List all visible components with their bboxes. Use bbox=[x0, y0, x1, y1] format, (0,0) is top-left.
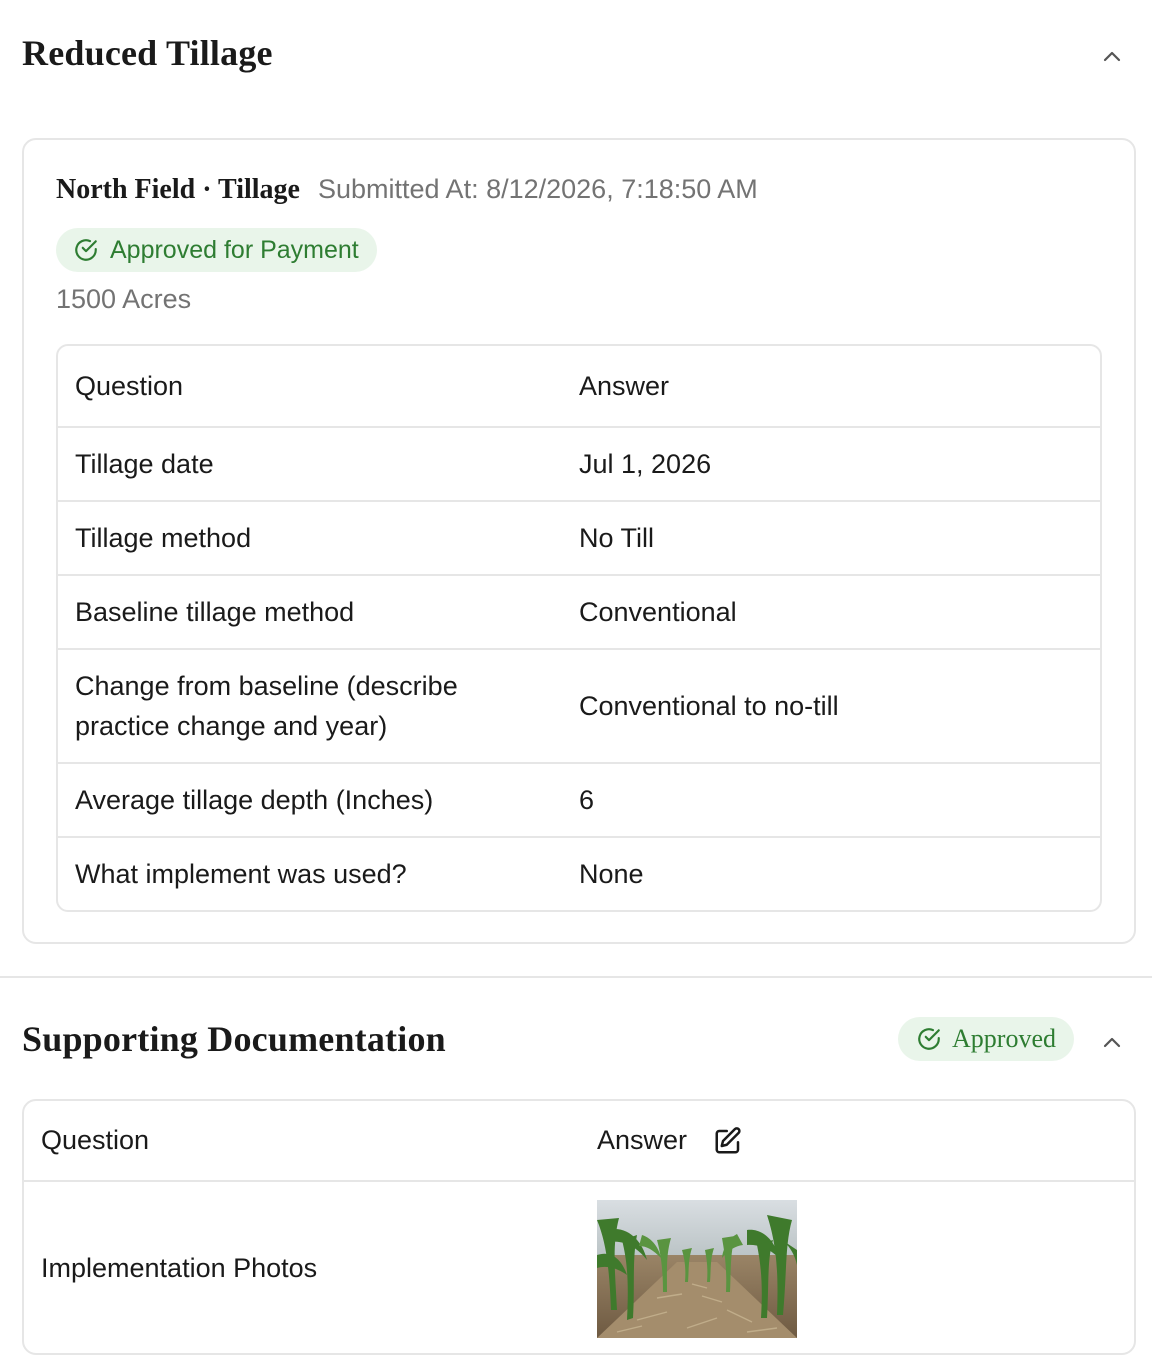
answer-cell: Conventional to no-till bbox=[579, 691, 839, 721]
answer-header: Answer bbox=[597, 1125, 743, 1156]
column-header-question: Question bbox=[41, 1125, 150, 1155]
section-title: Supporting Documentation bbox=[22, 1019, 446, 1059]
status-badge: Approved bbox=[898, 1017, 1074, 1061]
submitted-timestamp: Submitted At: 8/12/2026, 7:18:50 AM bbox=[317, 174, 758, 204]
answer-cell: No Till bbox=[579, 523, 655, 553]
field-name: North Field · Tillage bbox=[56, 174, 300, 205]
column-header-answer: Answer bbox=[597, 1125, 688, 1155]
status-label: Approved bbox=[952, 1024, 1056, 1053]
section-divider bbox=[0, 976, 1152, 978]
table-row: Implementation Photos bbox=[24, 1182, 1134, 1353]
answer-cell: Jul 1, 2026 bbox=[579, 449, 712, 479]
table-row: Tillage method No Till bbox=[58, 500, 1100, 574]
chevron-up-icon[interactable] bbox=[1102, 46, 1122, 66]
question-cell: Tillage date bbox=[75, 449, 214, 479]
acreage: 1500 Acres bbox=[56, 284, 192, 314]
submission-header: North Field · Tillage Submitted At: 8/12… bbox=[56, 174, 758, 206]
table-row: Baseline tillage method Conventional bbox=[58, 574, 1100, 648]
table-row: Tillage date Jul 1, 2026 bbox=[58, 426, 1100, 500]
column-header-answer: Answer bbox=[579, 371, 670, 401]
reduced-tillage-header[interactable]: Reduced Tillage bbox=[22, 28, 1130, 78]
column-header-question: Question bbox=[75, 371, 184, 401]
implementation-photo[interactable] bbox=[597, 1199, 797, 1338]
corn-field-photo bbox=[597, 1199, 797, 1338]
question-cell: Average tillage depth (Inches) bbox=[75, 785, 434, 815]
documentation-table: Question Answer Implementation Photos bbox=[22, 1099, 1136, 1355]
question-cell: Implementation Photos bbox=[41, 1253, 318, 1283]
question-cell: What implement was used? bbox=[75, 859, 407, 889]
question-cell: Baseline tillage method bbox=[75, 597, 355, 627]
check-circle-icon bbox=[918, 1028, 940, 1050]
table-header-row: Question Answer bbox=[58, 346, 1100, 426]
qa-table: Question Answer Tillage date Jul 1, 2026… bbox=[56, 344, 1102, 912]
check-circle-icon bbox=[75, 239, 97, 261]
table-row: Change from baseline (describe practice … bbox=[58, 648, 1100, 762]
status-label: Approved for Payment bbox=[110, 235, 359, 264]
table-header-row: Question Answer bbox=[24, 1101, 1134, 1182]
table-row: What implement was used? None bbox=[58, 836, 1100, 910]
answer-cell: Conventional bbox=[579, 597, 737, 627]
table-row: Average tillage depth (Inches) 6 bbox=[58, 762, 1100, 836]
question-cell: Tillage method bbox=[75, 523, 252, 553]
edit-icon[interactable] bbox=[713, 1126, 743, 1156]
supporting-documentation-header[interactable]: Supporting Documentation Approved bbox=[22, 1014, 1130, 1064]
question-cell: Change from baseline (describe practice … bbox=[75, 671, 458, 741]
section-title: Reduced Tillage bbox=[22, 33, 273, 73]
answer-cell: 6 bbox=[579, 785, 595, 815]
status-badge: Approved for Payment bbox=[56, 228, 377, 272]
answer-cell: None bbox=[579, 859, 644, 889]
chevron-up-icon[interactable] bbox=[1102, 1032, 1122, 1052]
